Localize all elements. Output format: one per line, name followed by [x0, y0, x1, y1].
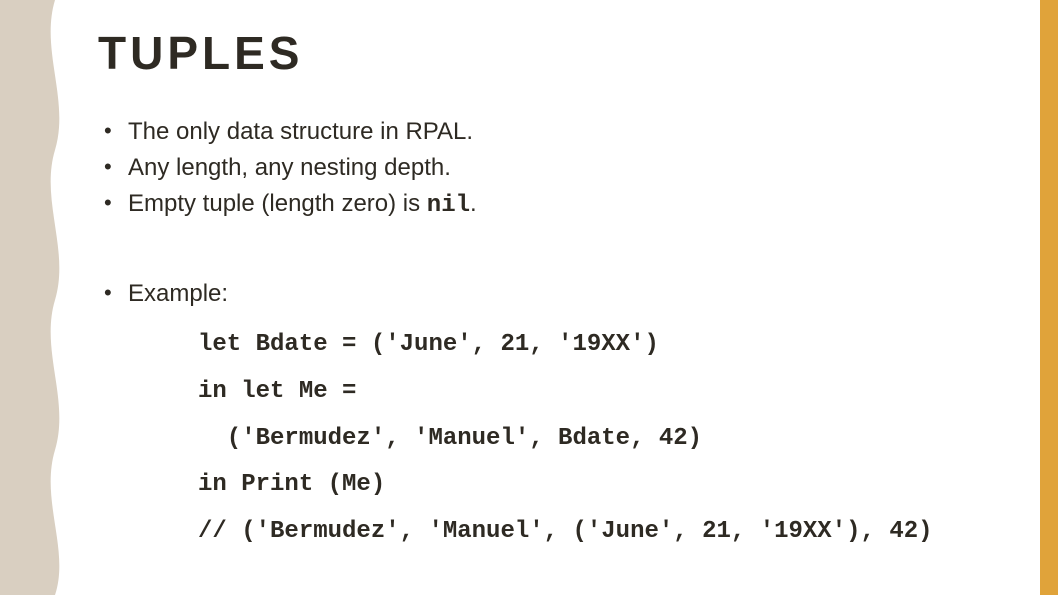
left-wave-decoration — [0, 0, 78, 595]
code-line: let Bdate = ('June', 21, '19XX') — [198, 331, 659, 358]
bullet-text: Empty tuple (length zero) is — [128, 190, 427, 217]
slide-content: TUPLES The only data structure in RPAL. … — [98, 26, 1018, 556]
bullet-text: . — [470, 190, 477, 217]
bullet-item: Any length, any nesting depth. — [98, 150, 1018, 186]
code-line: // ('Bermudez', 'Manuel', ('June', 21, '… — [198, 518, 933, 545]
code-example: let Bdate = ('June', 21, '19XX') in let … — [198, 322, 1018, 556]
spacer — [98, 224, 1018, 276]
bullet-item: Example: — [98, 276, 1018, 312]
code-line: ('Bermudez', 'Manuel', Bdate, 42) — [198, 425, 702, 452]
inline-code: nil — [427, 192, 470, 219]
bullet-list: The only data structure in RPAL. Any len… — [98, 114, 1018, 224]
bullet-list: Example: — [98, 276, 1018, 312]
slide-title: TUPLES — [98, 26, 1018, 80]
code-line: in let Me = — [198, 378, 356, 405]
right-accent-bar — [1040, 0, 1058, 595]
bullet-item: Empty tuple (length zero) is nil. — [98, 186, 1018, 224]
bullet-item: The only data structure in RPAL. — [98, 114, 1018, 150]
code-line: in Print (Me) — [198, 471, 385, 498]
